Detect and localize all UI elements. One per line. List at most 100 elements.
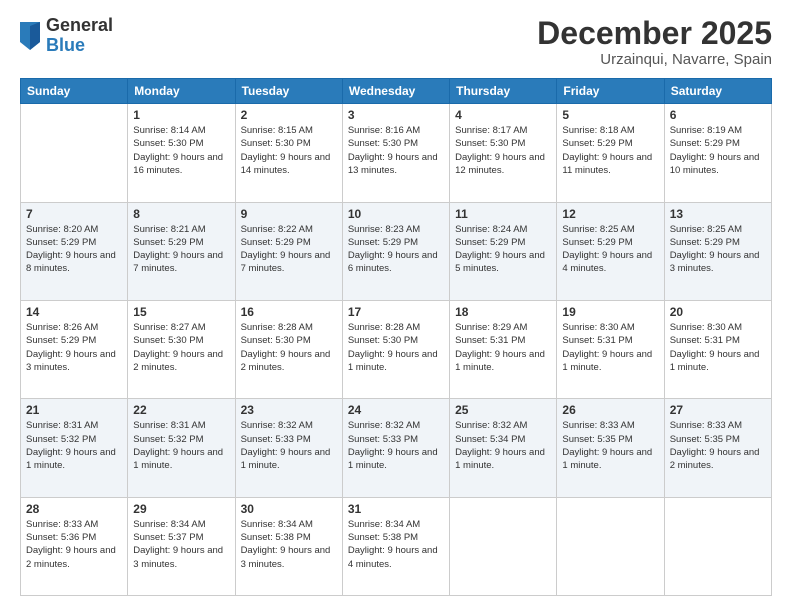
calendar-cell: 7 Sunrise: 8:20 AMSunset: 5:29 PMDaylight… <box>21 202 128 300</box>
calendar-cell: 11 Sunrise: 8:24 AMSunset: 5:29 PMDayligh… <box>450 202 557 300</box>
day-info: Sunrise: 8:31 AMSunset: 5:32 PMDaylight:… <box>26 419 122 472</box>
logo-icon <box>20 22 40 50</box>
day-info: Sunrise: 8:29 AMSunset: 5:31 PMDaylight:… <box>455 321 551 374</box>
day-info: Sunrise: 8:17 AMSunset: 5:30 PMDaylight:… <box>455 124 551 177</box>
day-info: Sunrise: 8:24 AMSunset: 5:29 PMDaylight:… <box>455 223 551 276</box>
day-number: 21 <box>26 403 122 417</box>
logo-text: General Blue <box>46 16 113 56</box>
calendar-cell: 14 Sunrise: 8:26 AMSunset: 5:29 PMDayligh… <box>21 300 128 398</box>
day-info: Sunrise: 8:19 AMSunset: 5:29 PMDaylight:… <box>670 124 766 177</box>
day-info: Sunrise: 8:33 AMSunset: 5:35 PMDaylight:… <box>562 419 658 472</box>
day-number: 9 <box>241 207 337 221</box>
calendar-cell: 3 Sunrise: 8:16 AMSunset: 5:30 PMDaylight… <box>342 104 449 202</box>
calendar-cell: 20 Sunrise: 8:30 AMSunset: 5:31 PMDayligh… <box>664 300 771 398</box>
calendar-cell: 12 Sunrise: 8:25 AMSunset: 5:29 PMDayligh… <box>557 202 664 300</box>
header: General Blue December 2025 Urzainqui, Na… <box>20 16 772 68</box>
day-number: 20 <box>670 305 766 319</box>
location: Urzainqui, Navarre, Spain <box>537 51 772 68</box>
day-number: 3 <box>348 108 444 122</box>
day-info: Sunrise: 8:25 AMSunset: 5:29 PMDaylight:… <box>670 223 766 276</box>
day-number: 13 <box>670 207 766 221</box>
calendar-cell: 9 Sunrise: 8:22 AMSunset: 5:29 PMDaylight… <box>235 202 342 300</box>
calendar-cell: 2Sunrise: 8:15 AMSunset: 5:30 PMDaylight… <box>235 104 342 202</box>
day-info: Sunrise: 8:15 AMSunset: 5:30 PMDaylight:… <box>241 124 337 177</box>
day-number: 14 <box>26 305 122 319</box>
calendar-header-sunday: Sunday <box>21 79 128 104</box>
calendar: SundayMondayTuesdayWednesdayThursdayFrid… <box>20 78 772 596</box>
month-title: December 2025 <box>537 16 772 51</box>
day-info: Sunrise: 8:20 AMSunset: 5:29 PMDaylight:… <box>26 223 122 276</box>
calendar-header-saturday: Saturday <box>664 79 771 104</box>
day-info: Sunrise: 8:21 AMSunset: 5:29 PMDaylight:… <box>133 223 229 276</box>
day-info: Sunrise: 8:34 AMSunset: 5:37 PMDaylight:… <box>133 518 229 571</box>
calendar-cell: 25 Sunrise: 8:32 AMSunset: 5:34 PMDayligh… <box>450 399 557 497</box>
day-info: Sunrise: 8:32 AMSunset: 5:34 PMDaylight:… <box>455 419 551 472</box>
calendar-cell: 8 Sunrise: 8:21 AMSunset: 5:29 PMDaylight… <box>128 202 235 300</box>
calendar-header-thursday: Thursday <box>450 79 557 104</box>
logo: General Blue <box>20 16 113 56</box>
calendar-cell <box>21 104 128 202</box>
day-number: 1 <box>133 108 229 122</box>
day-number: 18 <box>455 305 551 319</box>
day-number: 31 <box>348 502 444 516</box>
calendar-cell: 13 Sunrise: 8:25 AMSunset: 5:29 PMDayligh… <box>664 202 771 300</box>
day-info: Sunrise: 8:34 AMSunset: 5:38 PMDaylight:… <box>348 518 444 571</box>
calendar-cell <box>557 497 664 595</box>
calendar-week-row: 28Sunrise: 8:33 AMSunset: 5:36 PMDayligh… <box>21 497 772 595</box>
day-number: 19 <box>562 305 658 319</box>
day-number: 8 <box>133 207 229 221</box>
day-info: Sunrise: 8:31 AMSunset: 5:32 PMDaylight:… <box>133 419 229 472</box>
day-number: 28 <box>26 502 122 516</box>
day-info: Sunrise: 8:18 AMSunset: 5:29 PMDaylight:… <box>562 124 658 177</box>
day-info: Sunrise: 8:26 AMSunset: 5:29 PMDaylight:… <box>26 321 122 374</box>
day-number: 22 <box>133 403 229 417</box>
calendar-cell: 6 Sunrise: 8:19 AMSunset: 5:29 PMDaylight… <box>664 104 771 202</box>
day-info: Sunrise: 8:25 AMSunset: 5:29 PMDaylight:… <box>562 223 658 276</box>
calendar-cell: 10 Sunrise: 8:23 AMSunset: 5:29 PMDayligh… <box>342 202 449 300</box>
day-info: Sunrise: 8:23 AMSunset: 5:29 PMDaylight:… <box>348 223 444 276</box>
day-info: Sunrise: 8:34 AMSunset: 5:38 PMDaylight:… <box>241 518 337 571</box>
day-info: Sunrise: 8:14 AMSunset: 5:30 PMDaylight:… <box>133 124 229 177</box>
calendar-cell: 1 Sunrise: 8:14 AMSunset: 5:30 PMDaylight… <box>128 104 235 202</box>
day-info: Sunrise: 8:30 AMSunset: 5:31 PMDaylight:… <box>670 321 766 374</box>
calendar-cell: 28Sunrise: 8:33 AMSunset: 5:36 PMDayligh… <box>21 497 128 595</box>
day-info: Sunrise: 8:33 AMSunset: 5:35 PMDaylight:… <box>670 419 766 472</box>
calendar-cell: 23Sunrise: 8:32 AMSunset: 5:33 PMDayligh… <box>235 399 342 497</box>
calendar-cell <box>664 497 771 595</box>
day-number: 7 <box>26 207 122 221</box>
day-number: 5 <box>562 108 658 122</box>
day-info: Sunrise: 8:27 AMSunset: 5:30 PMDaylight:… <box>133 321 229 374</box>
day-info: Sunrise: 8:22 AMSunset: 5:29 PMDaylight:… <box>241 223 337 276</box>
calendar-cell: 26Sunrise: 8:33 AMSunset: 5:35 PMDayligh… <box>557 399 664 497</box>
day-number: 16 <box>241 305 337 319</box>
calendar-week-row: 14 Sunrise: 8:26 AMSunset: 5:29 PMDayligh… <box>21 300 772 398</box>
calendar-cell: 18 Sunrise: 8:29 AMSunset: 5:31 PMDayligh… <box>450 300 557 398</box>
day-number: 11 <box>455 207 551 221</box>
day-info: Sunrise: 8:28 AMSunset: 5:30 PMDaylight:… <box>241 321 337 374</box>
day-info: Sunrise: 8:28 AMSunset: 5:30 PMDaylight:… <box>348 321 444 374</box>
logo-general: General <box>46 16 113 36</box>
day-info: Sunrise: 8:32 AMSunset: 5:33 PMDaylight:… <box>348 419 444 472</box>
calendar-cell: 27Sunrise: 8:33 AMSunset: 5:35 PMDayligh… <box>664 399 771 497</box>
title-block: December 2025 Urzainqui, Navarre, Spain <box>537 16 772 68</box>
day-number: 15 <box>133 305 229 319</box>
day-number: 12 <box>562 207 658 221</box>
calendar-cell: 22 Sunrise: 8:31 AMSunset: 5:32 PMDayligh… <box>128 399 235 497</box>
calendar-cell: 29Sunrise: 8:34 AMSunset: 5:37 PMDayligh… <box>128 497 235 595</box>
calendar-week-row: 7 Sunrise: 8:20 AMSunset: 5:29 PMDaylight… <box>21 202 772 300</box>
calendar-cell: 5 Sunrise: 8:18 AMSunset: 5:29 PMDaylight… <box>557 104 664 202</box>
day-info: Sunrise: 8:16 AMSunset: 5:30 PMDaylight:… <box>348 124 444 177</box>
day-number: 30 <box>241 502 337 516</box>
calendar-cell: 15 Sunrise: 8:27 AMSunset: 5:30 PMDayligh… <box>128 300 235 398</box>
calendar-header-row: SundayMondayTuesdayWednesdayThursdayFrid… <box>21 79 772 104</box>
calendar-cell: 4 Sunrise: 8:17 AMSunset: 5:30 PMDaylight… <box>450 104 557 202</box>
day-number: 10 <box>348 207 444 221</box>
calendar-cell: 24Sunrise: 8:32 AMSunset: 5:33 PMDayligh… <box>342 399 449 497</box>
calendar-header-wednesday: Wednesday <box>342 79 449 104</box>
day-number: 4 <box>455 108 551 122</box>
day-number: 6 <box>670 108 766 122</box>
day-number: 25 <box>455 403 551 417</box>
calendar-week-row: 1 Sunrise: 8:14 AMSunset: 5:30 PMDaylight… <box>21 104 772 202</box>
page: General Blue December 2025 Urzainqui, Na… <box>0 0 792 612</box>
calendar-cell: 19Sunrise: 8:30 AMSunset: 5:31 PMDayligh… <box>557 300 664 398</box>
